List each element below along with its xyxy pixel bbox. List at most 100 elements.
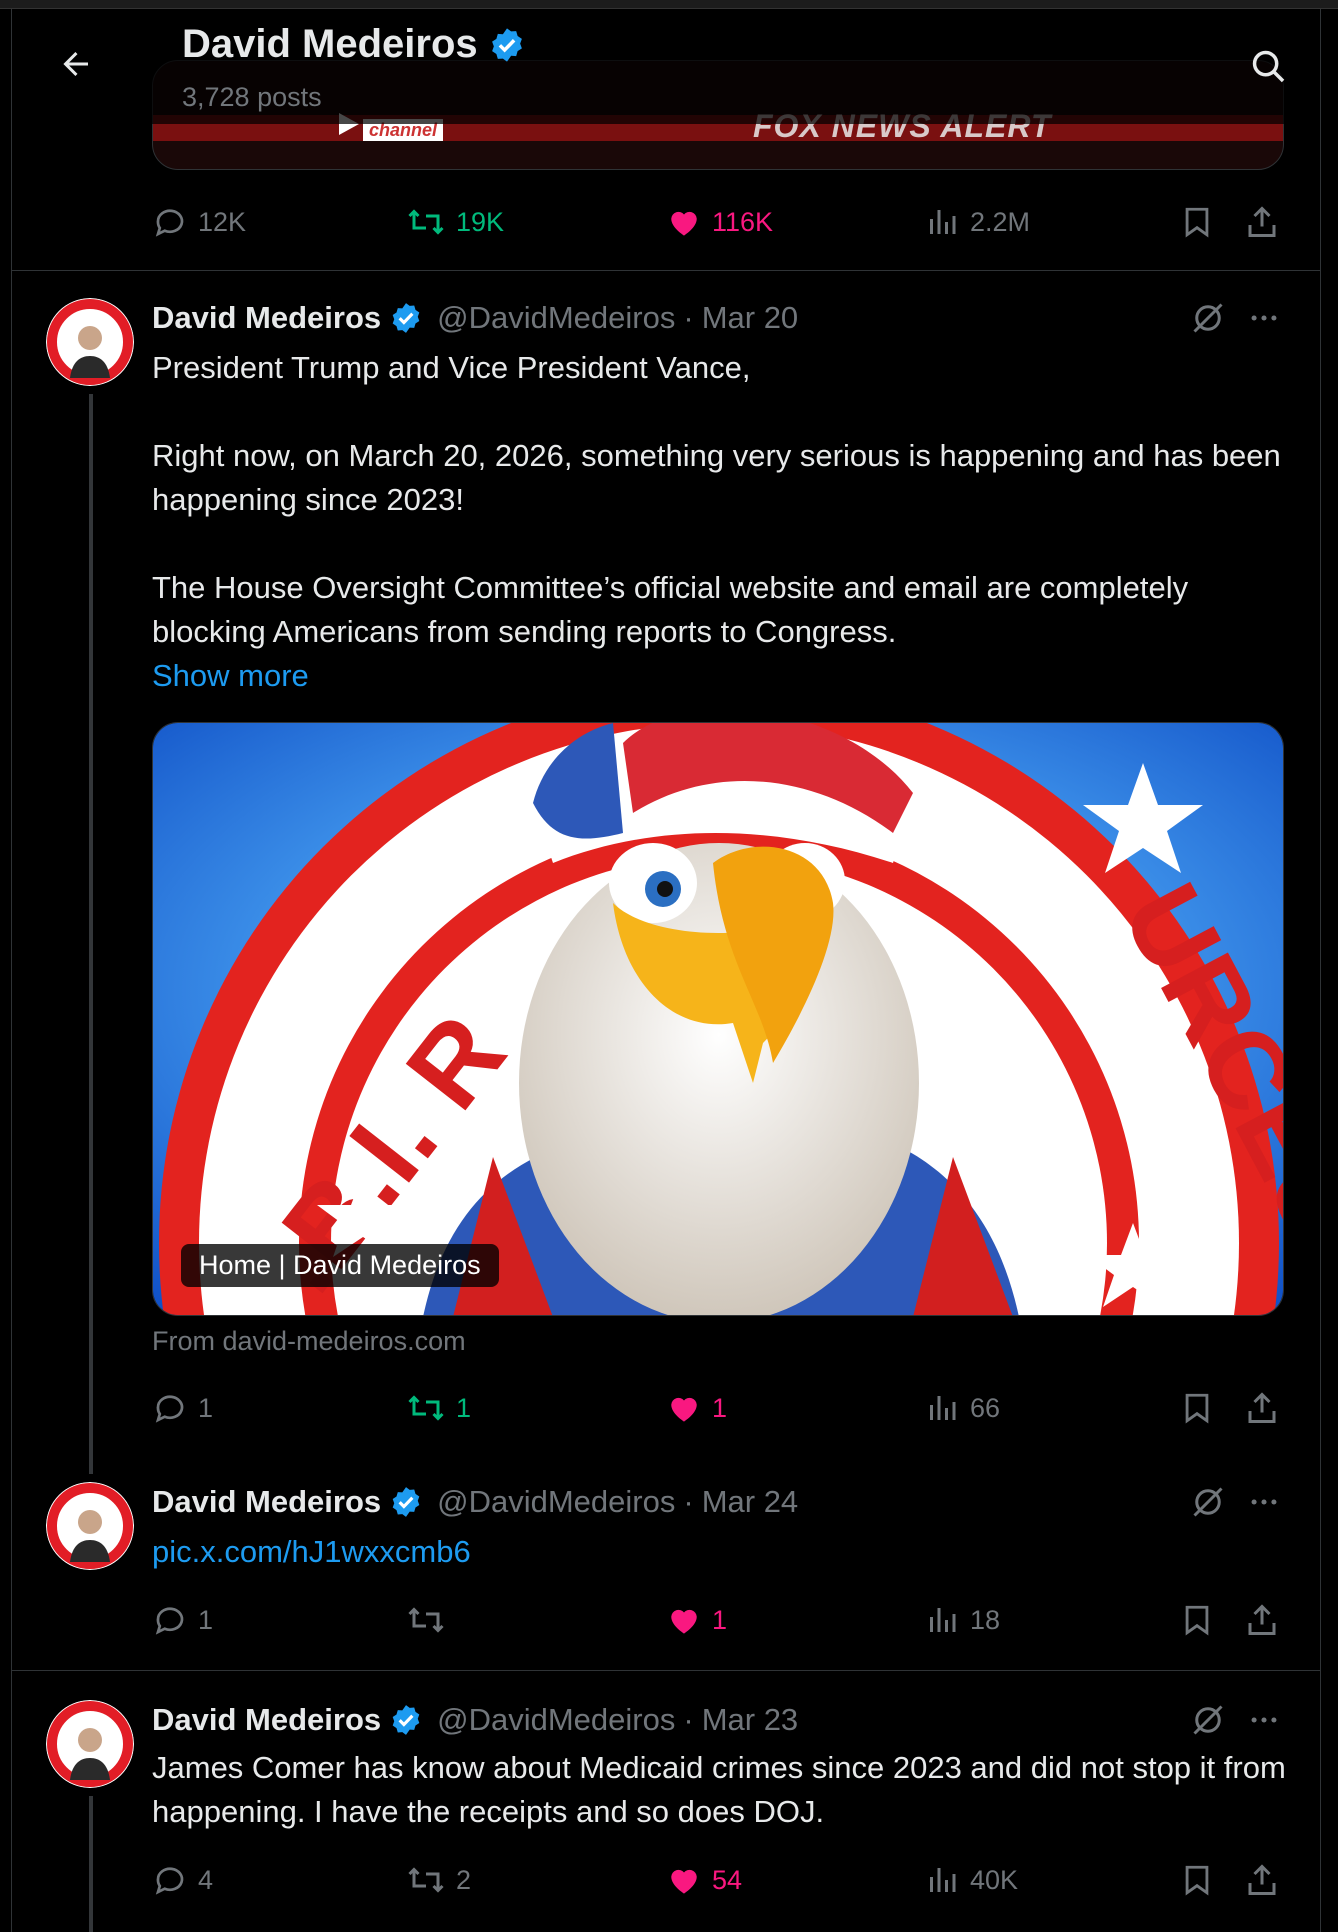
show-more-link[interactable]: Show more [152,654,1287,698]
avatar-logo-icon [46,298,134,386]
author-name[interactable]: David Medeiros [152,1702,381,1738]
more-options-button[interactable] [1244,1482,1284,1522]
grok-button[interactable] [1188,1482,1228,1522]
share-icon [1248,1864,1276,1895]
bookmark-icon [1185,1605,1209,1636]
avatar[interactable] [46,1700,134,1788]
bookmark-icon [1185,1865,1209,1896]
share-button[interactable] [1244,1598,1280,1642]
search-button[interactable] [1246,44,1290,88]
heart-icon [671,1609,697,1634]
more-options-button[interactable] [1244,1700,1284,1740]
reply-icon [155,1867,184,1895]
tweet-header: David Medeiros @DavidMedeiros · Mar 20 [152,298,798,338]
bookmark-button[interactable] [1180,1598,1214,1642]
views-icon [930,210,956,234]
grok-icon [1193,303,1223,333]
tweet-paragraph: The House Oversight Committee’s official… [152,570,1189,649]
tweet-header: David Medeiros @DavidMedeiros · Mar 24 [152,1482,798,1522]
like-button[interactable]: 1 [666,1598,727,1642]
author-name[interactable]: David Medeiros [152,300,381,336]
author-handle[interactable]: @DavidMedeiros [437,1484,675,1520]
more-options-button[interactable] [1244,298,1284,338]
avatar-logo-icon [46,1482,134,1570]
author-handle[interactable]: @DavidMedeiros [437,1702,675,1738]
verified-badge-icon [392,303,420,333]
tweet-paragraph: Right now, on March 20, 2026, something … [152,438,1281,517]
separator-dot: · [683,300,694,335]
reply-button[interactable]: 1 [152,1386,213,1430]
avatar[interactable] [46,1482,134,1570]
avatar[interactable] [46,298,134,386]
share-icon [1248,1604,1276,1635]
tweet-paragraph: James Comer has know about Medicaid crim… [152,1750,1286,1829]
right-rail [1320,0,1338,1932]
repost-button[interactable]: 2 [406,1858,471,1902]
tweet-date[interactable]: Mar 20 [702,300,798,336]
header-name: David Medeiros [182,22,478,66]
views-button[interactable]: 18 [924,1598,1000,1642]
media-link[interactable]: pic.x.com/hJ1wxxcmb6 [152,1530,1287,1574]
view-count: 18 [970,1604,1001,1635]
more-horizontal-icon [1251,1717,1277,1723]
repost-icon [408,1607,444,1633]
author-name[interactable]: David Medeiros [152,1484,381,1520]
like-count: 54 [712,1864,743,1895]
repost-icon [408,1867,444,1893]
repost-count: 19K [456,206,505,237]
tweet-paragraph: President Trump and Vice President Vance… [152,350,751,385]
like-button[interactable]: 54 [666,1858,742,1902]
verified-badge-icon [392,1487,420,1517]
tweet-date[interactable]: Mar 24 [702,1484,798,1520]
repost-button[interactable]: 19K [406,200,504,244]
like-count: 1 [712,1604,728,1635]
views-button[interactable]: 40K [924,1858,1018,1902]
tweet-date[interactable]: Mar 23 [702,1702,798,1738]
reply-count: 12K [198,206,247,237]
author-handle[interactable]: @DavidMedeiros [437,300,675,336]
like-count: 1 [712,1392,728,1423]
tweet-text: pic.x.com/hJ1wxxcmb6 [152,1530,1287,1574]
reply-icon [155,1395,184,1423]
grok-button[interactable] [1188,298,1228,338]
share-button[interactable] [1244,1386,1280,1430]
repost-button[interactable]: 1 [406,1386,471,1430]
heart-icon [671,1869,697,1894]
repost-count: 2 [456,1864,472,1895]
like-button[interactable]: 116K [666,200,773,244]
card-source[interactable]: From david-medeiros.com [152,1326,466,1357]
post-count: 3,728 posts [182,82,322,112]
header-title: David Medeiros [182,22,526,67]
repost-button[interactable] [406,1598,456,1642]
views-button[interactable]: 66 [924,1386,1000,1430]
repost-icon [408,1395,444,1421]
grok-button[interactable] [1188,1700,1228,1740]
tweet-text: President Trump and Vice President Vance… [152,346,1287,698]
views-icon [930,1868,956,1892]
bookmark-button[interactable] [1180,1386,1214,1430]
back-button[interactable] [54,42,98,86]
like-button[interactable]: 1 [666,1386,727,1430]
reply-button[interactable]: 4 [152,1858,213,1902]
divider [12,1670,1320,1671]
link-card[interactable]: .B.I. R URCES Home | David Medeiros [152,722,1284,1316]
app-window: channel FOX NEWS ALERT David Medeiros 3,… [0,0,1338,1932]
heart-icon [671,211,697,236]
verified-badge-icon [392,1705,420,1735]
share-button[interactable] [1244,200,1280,244]
reply-button[interactable]: 1 [152,1598,213,1642]
views-button[interactable]: 2.2M [924,200,1030,244]
grok-icon [1193,1487,1223,1517]
reply-count: 1 [198,1604,214,1635]
view-count: 40K [970,1864,1019,1895]
bookmark-button[interactable] [1180,1858,1214,1902]
more-horizontal-icon [1251,315,1277,321]
view-count: 66 [970,1392,1001,1423]
bookmark-button[interactable] [1180,200,1214,244]
reply-button[interactable]: 12K [152,200,246,244]
thread-line [89,394,93,1474]
card-title: Home | David Medeiros [181,1244,499,1287]
separator-dot: · [683,1702,694,1737]
profile-header: David Medeiros 3,728 posts [12,0,1320,124]
share-button[interactable] [1244,1858,1280,1902]
